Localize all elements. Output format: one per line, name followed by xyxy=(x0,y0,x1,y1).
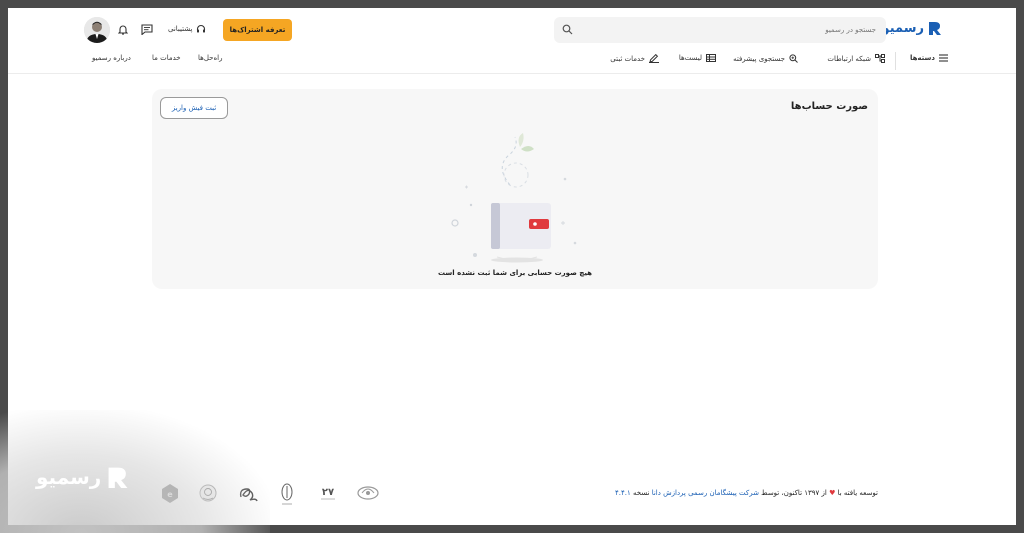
nav-network[interactable]: شبکه ارتباطات xyxy=(827,54,885,63)
zoom-search-icon xyxy=(789,54,798,63)
main-navigation: دسته‌ها شبکه ارتباطات جست xyxy=(8,52,1016,72)
pencil-icon xyxy=(649,54,659,63)
network-icon xyxy=(875,54,885,63)
submit-deposit-receipt-button[interactable]: ثبت فیش واریز xyxy=(160,97,228,119)
support-label: پشتیبانی xyxy=(168,25,193,33)
user-avatar-image xyxy=(84,17,110,43)
user-avatar[interactable] xyxy=(84,17,110,43)
nav-advanced-search-label: جستجوی پیشرفته xyxy=(733,54,785,63)
nav-network-label: شبکه ارتباطات xyxy=(827,54,871,63)
search-bar[interactable] xyxy=(554,17,886,43)
nav-advanced-search[interactable]: جستجوی پیشرفته xyxy=(733,54,798,63)
bell-icon[interactable] xyxy=(118,24,128,35)
subscription-plans-button[interactable]: تعرفه اشتراک‌ها xyxy=(223,19,292,41)
nav-about[interactable]: درباره رسمیو xyxy=(92,54,131,62)
brand-logo-mark xyxy=(929,22,941,35)
company-link[interactable]: شرکت پیشگامان رسمی پردازش دانا xyxy=(652,489,759,497)
nav-divider xyxy=(895,52,896,70)
nav-our-services[interactable]: خدمات ما xyxy=(152,54,181,62)
search-input[interactable] xyxy=(576,26,876,34)
header: رسمیو تعرفه اشتراک‌ها پشتیبانی xyxy=(8,8,1016,74)
trust-badge-icon-1[interactable] xyxy=(356,483,380,503)
brand-logo[interactable]: رسمیو xyxy=(882,20,942,36)
page-title: صورت حساب‌ها xyxy=(790,101,868,112)
nav-categories[interactable]: دسته‌ها xyxy=(910,54,948,62)
messages-icon[interactable] xyxy=(141,24,153,35)
nav-about-label: درباره رسمیو xyxy=(92,54,131,62)
footer-middle: از ۱۳۹۷ تاکنون، توسط xyxy=(761,489,827,497)
empty-state-message: هیچ صورت حسابی برای شما ثبت نشده است xyxy=(437,269,593,277)
search-icon[interactable] xyxy=(562,24,573,35)
footer-prefix: توسعه یافته با xyxy=(837,489,878,497)
nav-registration-services-label: خدمات ثبتی xyxy=(610,54,645,63)
nav-lists[interactable]: لیست‌ها xyxy=(679,54,716,62)
nav-our-services-label: خدمات ما xyxy=(152,54,181,62)
trust-badge-icon-3[interactable] xyxy=(278,483,296,507)
nav-categories-label: دسته‌ها xyxy=(909,54,935,62)
watermark-logo-mark xyxy=(108,467,128,488)
empty-wallet-illustration xyxy=(451,133,577,263)
headset-icon xyxy=(197,24,206,33)
menu-icon xyxy=(939,54,948,62)
version-label: نسخه xyxy=(633,489,650,497)
watermark-brand-name: رسمیو xyxy=(36,465,102,489)
svg-text:۲۷: ۲۷ xyxy=(322,487,334,498)
support-button[interactable]: پشتیبانی xyxy=(168,24,206,34)
watermark-logo: رسمیو xyxy=(36,464,129,490)
brand-name: رسمیو xyxy=(881,20,924,36)
footer-credits: توسعه یافته با ♥ از ۱۳۹۷ تاکنون، توسط شر… xyxy=(615,489,878,497)
invoices-card: صورت حساب‌ها ثبت فیش واریز هیچ صورت حساب… xyxy=(152,89,878,289)
nav-lists-label: لیست‌ها xyxy=(678,54,702,62)
nav-registration-services[interactable]: خدمات ثبتی xyxy=(610,54,659,63)
nav-solutions-label: راه‌حل‌ها xyxy=(198,54,223,62)
heart-icon: ♥ xyxy=(829,489,836,497)
version-number: ۴.۴.۱ xyxy=(615,489,631,497)
list-icon xyxy=(706,54,716,62)
nav-solutions[interactable]: راه‌حل‌ها xyxy=(198,54,222,62)
trust-badge-icon-2[interactable]: ۲۷ xyxy=(317,483,339,505)
